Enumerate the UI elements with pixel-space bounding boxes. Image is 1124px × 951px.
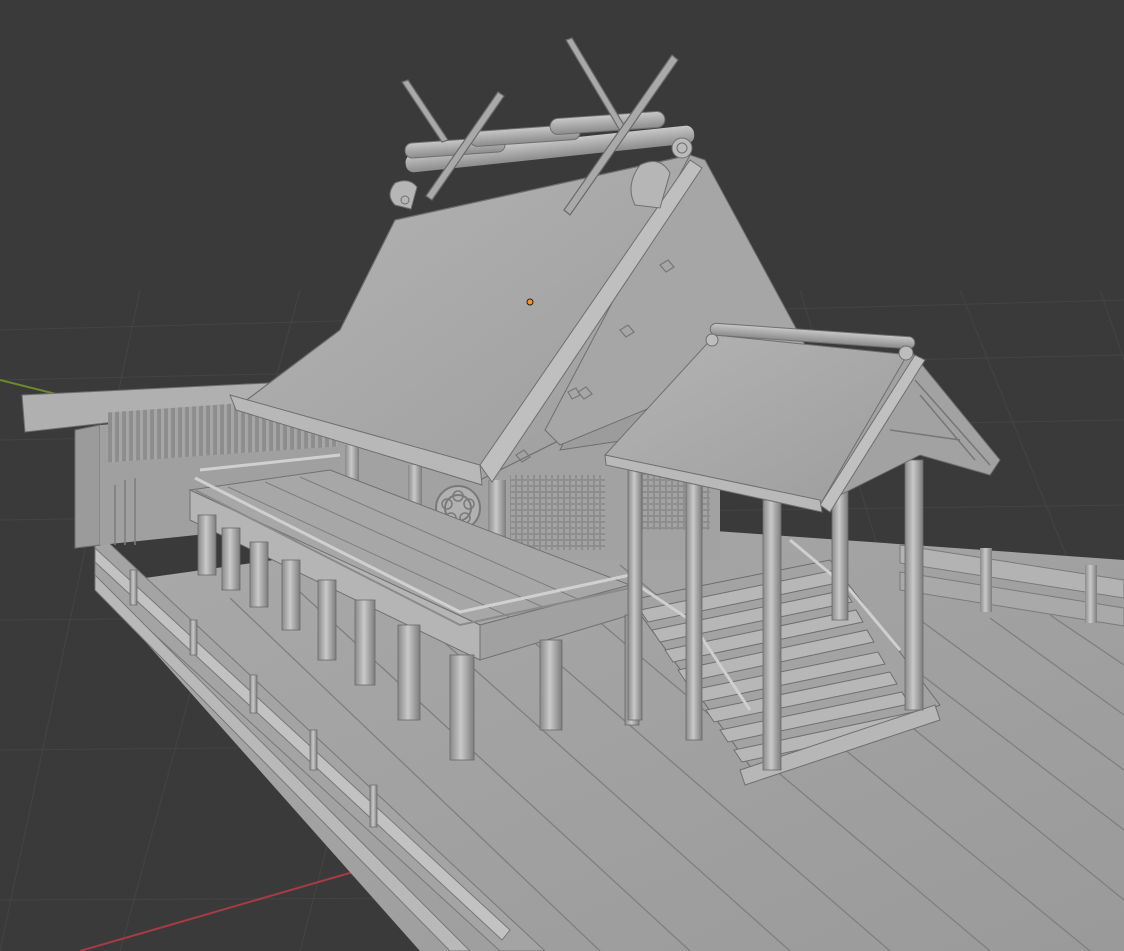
origin-marker[interactable] xyxy=(526,298,534,306)
3d-viewport[interactable] xyxy=(0,0,1124,951)
scene-canvas[interactable] xyxy=(0,0,1124,951)
y-axis-line xyxy=(0,379,61,396)
lattice-door-left[interactable] xyxy=(510,475,605,550)
ridge-end-ornament-left xyxy=(389,180,418,210)
x-axis-line xyxy=(79,869,361,951)
